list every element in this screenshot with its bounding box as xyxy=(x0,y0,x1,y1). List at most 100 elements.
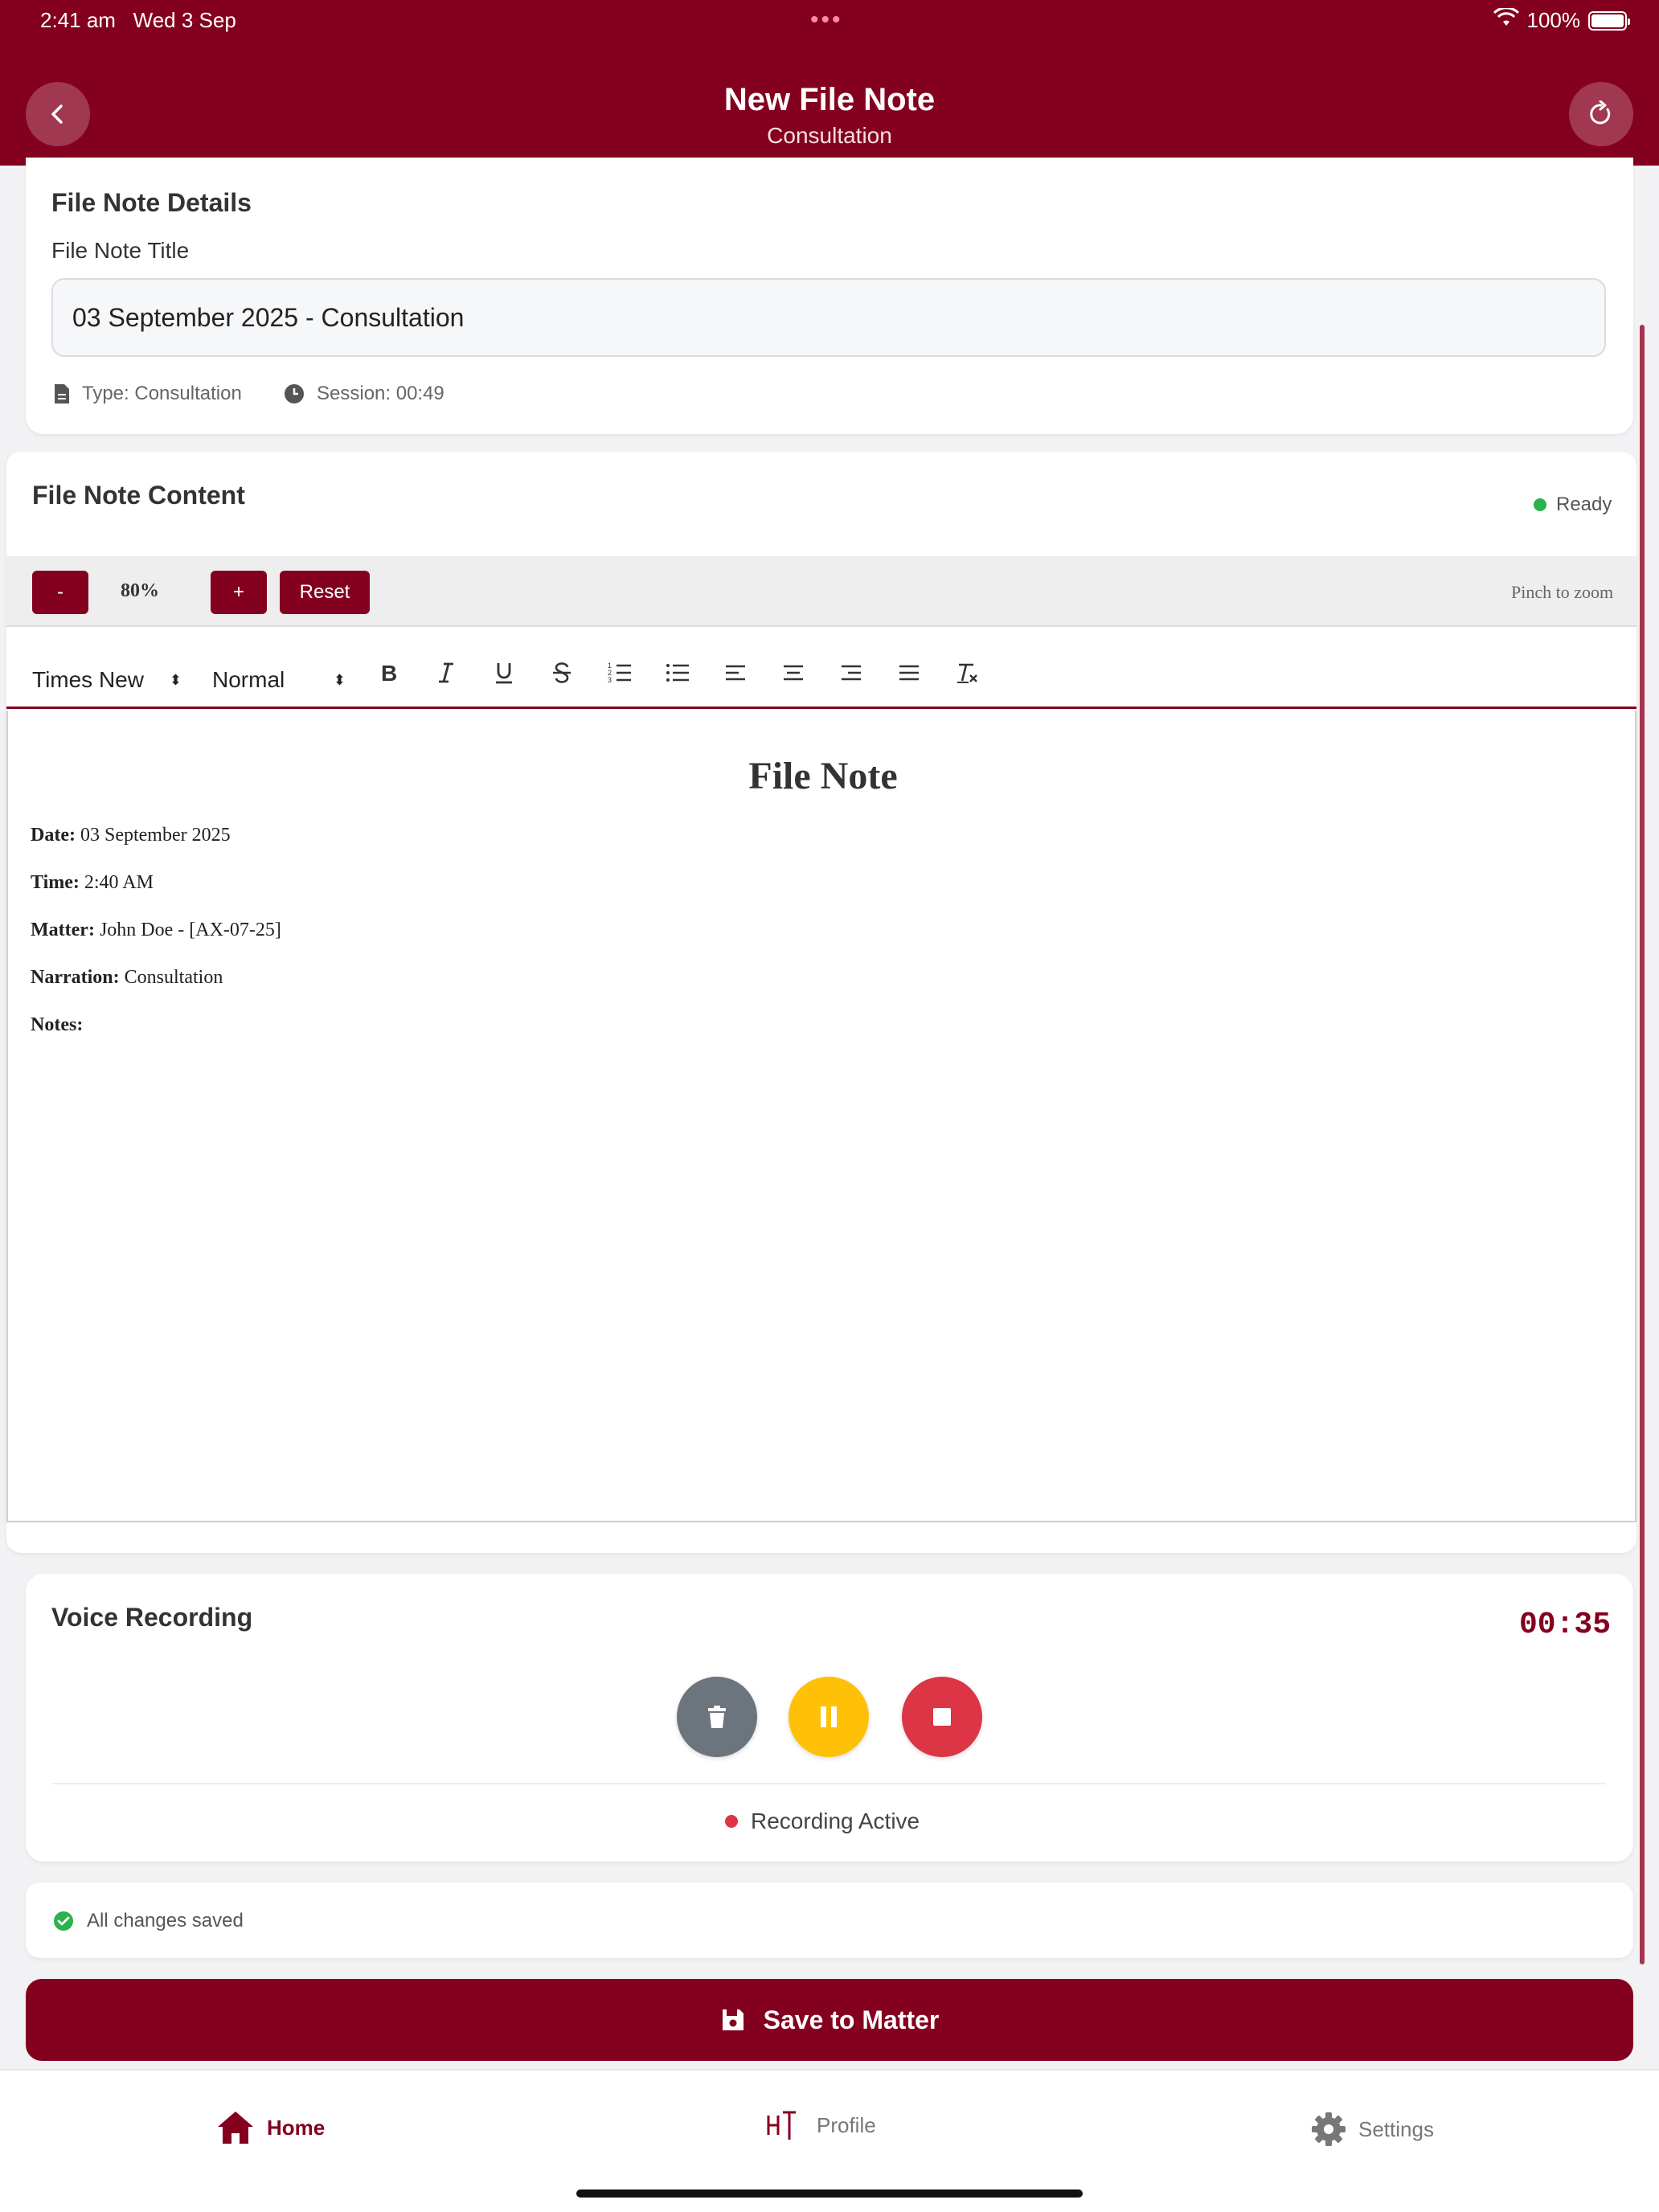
clear-format-button[interactable] xyxy=(948,654,985,691)
home-indicator[interactable] xyxy=(576,2189,1083,2198)
save-status: All changes saved xyxy=(53,1910,244,1932)
status-time: 2:41 am Wed 3 Sep xyxy=(40,8,236,33)
refresh-button[interactable] xyxy=(1569,82,1633,146)
align-center-icon xyxy=(784,665,803,681)
battery-icon xyxy=(1588,10,1630,31)
underline-icon xyxy=(496,663,512,684)
ready-text: Ready xyxy=(1556,494,1612,515)
trash-icon xyxy=(708,1706,726,1728)
details-heading: File Note Details xyxy=(51,188,252,217)
clock-icon xyxy=(285,384,304,403)
recording-dot-icon xyxy=(725,1815,738,1828)
doc-line-narration: Narration: Consultation xyxy=(31,967,223,989)
pinch-hint: Pinch to zoom xyxy=(1511,582,1614,602)
save-status-text: All changes saved xyxy=(87,1910,244,1931)
recording-heading: Voice Recording xyxy=(51,1603,253,1632)
pause-recording-button[interactable] xyxy=(789,1677,869,1757)
zoom-in-button[interactable]: + xyxy=(211,571,267,614)
clock-text: 2:41 am xyxy=(40,8,116,32)
page-subtitle: Consultation xyxy=(767,123,892,148)
align-justify-icon xyxy=(899,665,919,681)
rich-text-editor[interactable]: File Note Date: 03 September 2025 Time: … xyxy=(6,711,1636,1522)
app-header: 2:41 am Wed 3 Sep ••• 100% New File Note… xyxy=(0,0,1659,166)
session-meta: Session: 00:49 xyxy=(283,383,444,405)
gear-icon xyxy=(1312,2112,1346,2146)
underline-button[interactable] xyxy=(485,654,522,691)
doc-label: Notes: xyxy=(31,1014,84,1035)
select-arrows-icon: ⬍ xyxy=(333,672,346,688)
zoom-reset-button[interactable]: Reset xyxy=(280,571,370,614)
multitask-dots-icon[interactable]: ••• xyxy=(810,6,843,34)
ordered-list-button[interactable]: 123 xyxy=(601,654,638,691)
italic-icon xyxy=(439,662,453,683)
save-to-matter-button[interactable]: Save to Matter xyxy=(26,1979,1633,2061)
title-label: File Note Title xyxy=(51,238,190,263)
font-select[interactable]: Times New ⬍ xyxy=(19,656,193,704)
title-input[interactable]: 03 September 2025 - Consultation xyxy=(51,278,1606,357)
stop-recording-button[interactable] xyxy=(902,1677,982,1757)
wifi-icon xyxy=(1493,6,1519,33)
align-justify-button[interactable] xyxy=(891,654,928,691)
type-meta: Type: Consultation xyxy=(53,383,242,405)
align-center-button[interactable] xyxy=(775,654,812,691)
doc-label: Time: xyxy=(31,872,80,893)
recording-status-text: Recording Active xyxy=(751,1809,920,1833)
bold-button[interactable]: B xyxy=(370,654,407,691)
profile-icon xyxy=(762,2104,804,2146)
doc-label: Matter: xyxy=(31,920,95,940)
session-text: Session: 00:49 xyxy=(317,383,444,404)
svg-text:3: 3 xyxy=(608,676,612,684)
doc-line-time: Time: 2:40 AM xyxy=(31,872,154,894)
recording-divider xyxy=(51,1783,1606,1784)
document-icon xyxy=(55,384,69,403)
doc-line-notes: Notes: xyxy=(31,1014,83,1036)
refresh-icon xyxy=(1590,100,1611,125)
align-left-icon xyxy=(726,665,745,681)
tab-profile-label: Profile xyxy=(817,2112,876,2137)
doc-value: Consultation xyxy=(119,967,223,988)
italic-button[interactable] xyxy=(428,654,465,691)
home-icon xyxy=(218,2112,253,2144)
battery-text: 100% xyxy=(1526,8,1581,32)
doc-label: Narration: xyxy=(31,967,120,988)
page-title: New File Note xyxy=(723,82,936,117)
save-status-card xyxy=(26,1882,1633,1958)
font-select-value: Times New xyxy=(32,667,144,692)
scrollbar[interactable] xyxy=(1640,325,1645,1964)
status-indicators: 100% xyxy=(1493,6,1630,33)
align-right-button[interactable] xyxy=(833,654,870,691)
doc-line-matter: Matter: John Doe - [AX-07-25] xyxy=(31,920,281,941)
tab-home[interactable]: Home xyxy=(215,2109,325,2146)
type-text: Type: Consultation xyxy=(82,383,242,404)
tab-profile[interactable]: Profile xyxy=(760,2101,876,2149)
ordered-list-icon: 123 xyxy=(608,662,631,684)
strikethrough-button[interactable] xyxy=(543,654,580,691)
doc-value: John Doe - [AX-07-25] xyxy=(94,920,281,940)
align-left-button[interactable] xyxy=(717,654,754,691)
tab-settings-label: Settings xyxy=(1358,2116,1434,2141)
ready-dot-icon xyxy=(1534,498,1546,511)
strikethrough-icon xyxy=(553,662,571,683)
doc-label: Date: xyxy=(31,825,76,846)
size-select-value: Normal xyxy=(212,667,285,692)
pause-icon xyxy=(821,1706,837,1727)
doc-line-date: Date: 03 September 2025 xyxy=(31,825,231,846)
tab-settings[interactable]: Settings xyxy=(1310,2111,1434,2148)
doc-value: 2:40 AM xyxy=(79,872,154,893)
align-right-icon xyxy=(842,665,861,681)
tab-home-label: Home xyxy=(267,2115,326,2140)
bullet-list-button[interactable] xyxy=(659,654,696,691)
select-arrows-icon: ⬍ xyxy=(169,672,182,688)
floppy-disk-icon xyxy=(722,2009,743,2030)
zoom-level: 80% xyxy=(121,580,159,601)
save-button-label: Save to Matter xyxy=(763,2005,940,2034)
bullet-list-icon xyxy=(666,664,689,682)
svg-text:B: B xyxy=(381,661,397,685)
stop-icon xyxy=(933,1708,951,1726)
delete-recording-button[interactable] xyxy=(677,1677,757,1757)
clear-format-icon xyxy=(957,663,977,683)
document-title: File Note xyxy=(748,755,898,797)
size-select[interactable]: Normal ⬍ xyxy=(199,656,357,704)
zoom-out-button[interactable]: - xyxy=(32,571,88,614)
check-circle-icon xyxy=(54,1911,73,1931)
